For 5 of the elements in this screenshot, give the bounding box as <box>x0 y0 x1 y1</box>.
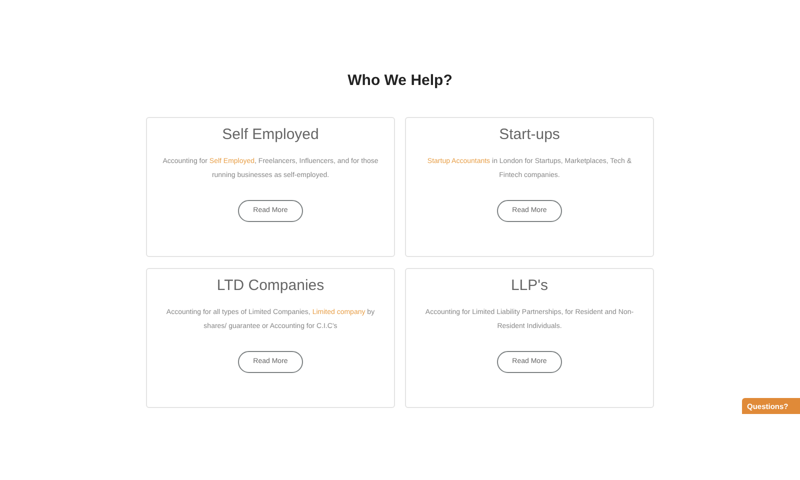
section-heading: Who We Help? <box>346 72 454 90</box>
card-title: LTD Companies <box>216 276 326 296</box>
card-title: Self Employed <box>221 125 320 145</box>
card-title: LLP's <box>510 276 550 296</box>
card-title: Start-ups <box>498 125 561 145</box>
